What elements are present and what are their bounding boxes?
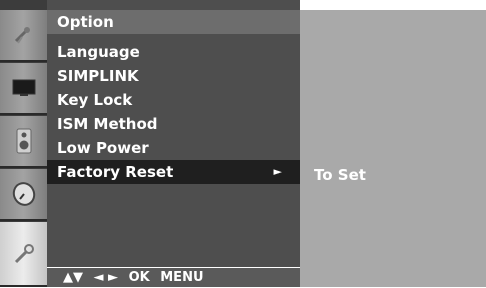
submenu-arrow-icon: ► <box>273 165 282 178</box>
satellite-dish-icon <box>14 27 30 44</box>
picture-category[interactable] <box>0 63 47 115</box>
menu-item-factory-reset[interactable]: Factory Reset ► <box>47 160 300 184</box>
menu-item-simplink[interactable]: SIMPLINK <box>47 64 300 88</box>
speaker-audio-icon <box>16 128 31 154</box>
time-category[interactable] <box>0 169 47 221</box>
to-set-option[interactable]: To Set <box>314 163 366 187</box>
menu-item-low-power[interactable]: Low Power <box>47 136 300 160</box>
audio-category[interactable] <box>0 116 47 168</box>
option-menu-panel: Option Language SIMPLINK Key Lock ISM Me… <box>47 0 300 287</box>
option-category[interactable] <box>0 222 47 287</box>
navigation-hint-bar: ▲▼ ◄ ► OK MENU <box>47 267 300 287</box>
factory-reset-submenu: To Set <box>300 10 486 287</box>
satellite-dish-category[interactable] <box>0 10 47 62</box>
menu-title: Option <box>47 10 300 34</box>
menu-item-language[interactable]: Language <box>47 40 300 64</box>
up-down-arrows-hint: ▲▼ <box>63 270 83 285</box>
ok-hint: OK <box>128 270 150 285</box>
menu-item-key-lock[interactable]: Key Lock <box>47 88 300 112</box>
menu-item-factory-reset-label: Factory Reset <box>57 163 174 181</box>
wrench-option-icon <box>14 243 34 263</box>
menu-hint: MENU <box>160 270 204 285</box>
clock-time-icon <box>12 182 35 206</box>
screen-picture-icon <box>12 79 35 96</box>
menu-item-ism-method[interactable]: ISM Method <box>47 112 300 136</box>
left-right-arrows-hint: ◄ ► <box>93 270 119 285</box>
tv-osd-screen: Option Language SIMPLINK Key Lock ISM Me… <box>0 0 486 287</box>
category-icon-column <box>0 0 47 287</box>
